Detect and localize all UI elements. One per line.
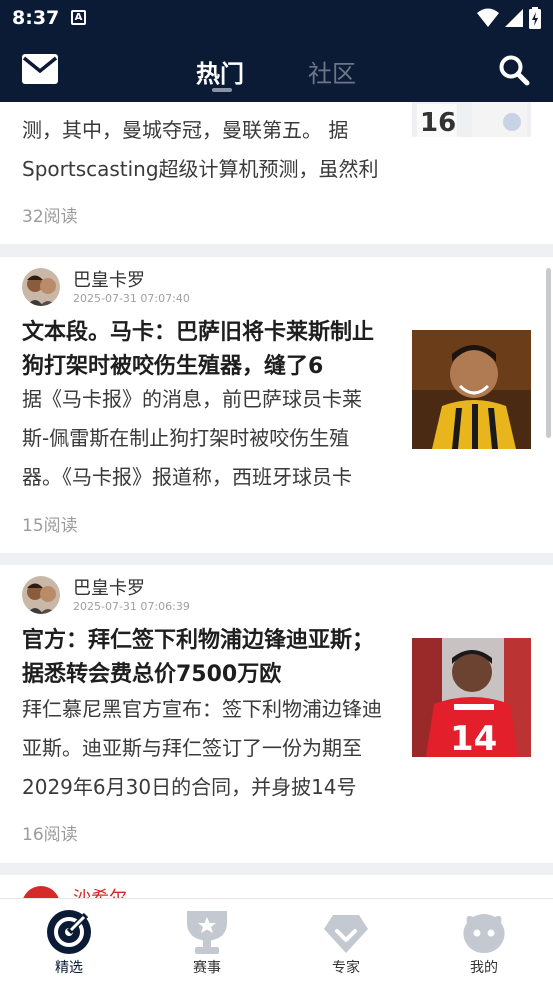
battery-icon bbox=[529, 7, 541, 29]
nav-experts[interactable]: 专家 bbox=[301, 899, 391, 983]
nav-label: 我的 bbox=[470, 960, 498, 976]
status-bar: 8:37 A bbox=[0, 0, 553, 36]
author-name[interactable]: 巴皇卡罗 bbox=[73, 266, 145, 292]
card-summary: 测，其中，曼城夺冠，曼联第五。 据Sportscasting超级计算机预测，虽然… bbox=[22, 118, 379, 181]
system-icons bbox=[477, 7, 541, 29]
read-count: 32阅读 bbox=[22, 207, 78, 227]
news-feed[interactable]: 测，其中，曼城夺冠，曼联第五。 据Sportscasting超级计算机预测，虽然… bbox=[0, 102, 553, 898]
card-thumbnail: 16 bbox=[412, 102, 531, 137]
card-title: 文本段。马卡：巴萨旧将卡莱斯制止狗打架时被咬伤生殖器，缝了6 bbox=[22, 320, 375, 379]
read-count: 15阅读 bbox=[22, 516, 78, 536]
trophy-icon bbox=[187, 911, 227, 954]
diamond-icon bbox=[324, 915, 368, 953]
app-header: 热门 社区 bbox=[0, 36, 553, 102]
card-summary: 拜仁慕尼黑官方宣布：签下利物浦边锋迪亚斯。迪亚斯与拜仁签订了一份为期至2029年… bbox=[22, 697, 382, 799]
nav-label: 赛事 bbox=[193, 960, 221, 976]
nav-events[interactable]: 赛事 bbox=[162, 899, 252, 983]
mail-icon[interactable] bbox=[22, 54, 58, 84]
read-count: 16阅读 bbox=[22, 825, 78, 845]
scrollbar[interactable] bbox=[546, 268, 551, 438]
nav-label: 专家 bbox=[332, 960, 360, 976]
nav-featured[interactable]: 精选 bbox=[24, 899, 114, 983]
author-name[interactable]: 巴皇卡罗 bbox=[73, 574, 145, 600]
avatar[interactable] bbox=[22, 576, 60, 614]
wifi-icon bbox=[477, 8, 499, 27]
notification-a-icon: A bbox=[71, 10, 86, 25]
tab-hot[interactable]: 热门 bbox=[196, 54, 244, 89]
target-icon bbox=[47, 910, 91, 954]
news-card-partial[interactable]: 测，其中，曼城夺冠，曼联第五。 据Sportscasting超级计算机预测，虽然… bbox=[0, 102, 553, 244]
post-time: 2025-07-31 07:07:40 bbox=[73, 292, 190, 305]
status-time: 8:37 bbox=[12, 7, 60, 29]
bottom-nav: 精选 赛事 专家 我的 bbox=[0, 898, 553, 983]
svg-text:14: 14 bbox=[450, 719, 497, 757]
signal-icon bbox=[505, 9, 523, 27]
tab-community[interactable]: 社区 bbox=[308, 54, 356, 89]
news-card[interactable]: 巴皇卡罗 2025-07-31 07:06:39 官方：拜仁签下利物浦边锋迪亚斯… bbox=[0, 565, 553, 863]
nav-label: 精选 bbox=[55, 960, 83, 976]
search-icon[interactable] bbox=[498, 54, 530, 86]
nav-profile[interactable]: 我的 bbox=[439, 899, 529, 983]
card-thumbnail: 14 bbox=[412, 638, 531, 757]
avatar[interactable] bbox=[22, 268, 60, 306]
card-title: 官方：拜仁签下利物浦边锋迪亚斯；据悉转会费总价7500万欧 bbox=[22, 628, 375, 687]
svg-text:16: 16 bbox=[420, 108, 456, 137]
card-thumbnail bbox=[412, 330, 531, 449]
face-icon bbox=[463, 914, 505, 953]
post-time: 2025-07-31 07:06:39 bbox=[73, 600, 190, 613]
card-summary: 据《马卡报》的消息，前巴萨球员卡莱斯-佩雷斯在制止狗打架时被咬伤生殖器。《马卡报… bbox=[22, 387, 362, 489]
tab-indicator bbox=[212, 88, 232, 92]
author-name[interactable]: 沙希尔 bbox=[73, 884, 127, 898]
avatar[interactable] bbox=[22, 886, 60, 898]
news-card[interactable]: 巴皇卡罗 2025-07-31 07:07:40 文本段。马卡：巴萨旧将卡莱斯制… bbox=[0, 257, 553, 553]
news-card-partial[interactable]: 沙希尔 bbox=[0, 875, 553, 898]
